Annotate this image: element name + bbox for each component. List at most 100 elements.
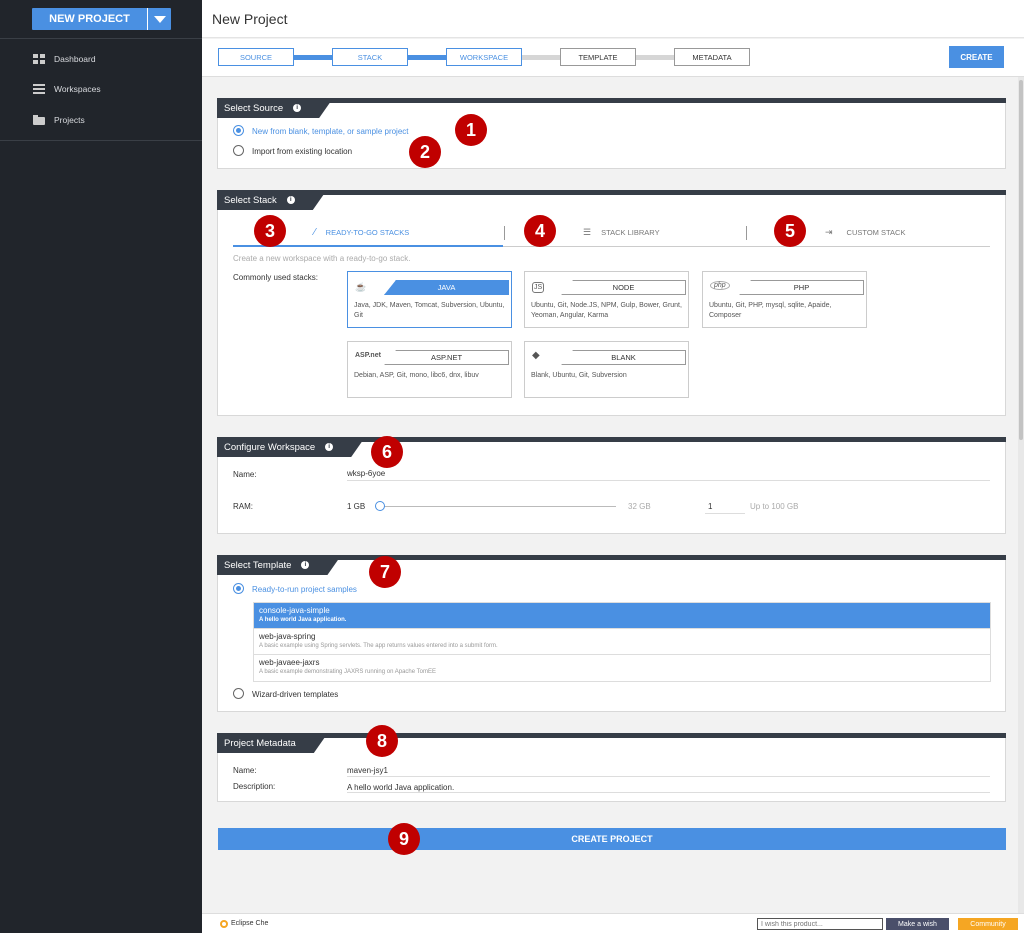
new-project-dropdown[interactable] bbox=[147, 8, 171, 30]
import-icon: ⇥ bbox=[825, 227, 833, 237]
step-connector bbox=[522, 55, 560, 60]
project-description-input[interactable]: A hello world Java application. bbox=[347, 783, 454, 792]
create-project-button[interactable]: CREATE PROJECT bbox=[218, 828, 1006, 850]
input-underline bbox=[705, 513, 745, 514]
scrollbar-thumb[interactable] bbox=[1019, 80, 1023, 440]
step-template[interactable]: TEMPLATE bbox=[560, 48, 636, 66]
info-icon[interactable]: i bbox=[301, 561, 309, 569]
step-stack[interactable]: STACK bbox=[332, 48, 408, 66]
panel-title: Select Stack i bbox=[217, 190, 327, 210]
ram-max-label: 32 GB bbox=[628, 502, 651, 511]
community-link[interactable]: Community bbox=[958, 918, 1018, 930]
radio-wizard-label[interactable]: Wizard-driven templates bbox=[252, 690, 338, 699]
sidebar-divider bbox=[0, 140, 202, 141]
sidebar-item-label: Dashboard bbox=[54, 54, 96, 64]
ram-input[interactable]: 1 bbox=[708, 502, 712, 511]
sidebar: NEW PROJECT Dashboard Workspaces Project… bbox=[0, 0, 202, 933]
tab-stack-library[interactable]: ☰ STACK LIBRARY bbox=[583, 227, 660, 238]
project-name-input[interactable]: maven-jsy1 bbox=[347, 766, 388, 775]
input-underline bbox=[347, 792, 990, 793]
make-a-wish-button[interactable]: Make a wish bbox=[886, 918, 949, 930]
step-metadata[interactable]: METADATA bbox=[674, 48, 750, 66]
radio-import-source-label[interactable]: Import from existing location bbox=[252, 147, 352, 156]
new-project-label[interactable]: NEW PROJECT bbox=[32, 8, 147, 30]
template-item[interactable]: web-javaee-jaxrs A basic example demonst… bbox=[254, 655, 990, 681]
wizard-steps: SOURCE STACK WORKSPACE TEMPLATE METADATA… bbox=[202, 39, 1024, 77]
sidebar-item-workspaces[interactable]: Workspaces bbox=[33, 82, 101, 96]
stack-card-blank[interactable]: ◆ BLANK Blank, Ubuntu, Git, Subversion bbox=[524, 341, 689, 398]
stack-card-name: ASP.NET bbox=[384, 350, 509, 365]
template-desc: A basic example using Spring servlets. T… bbox=[259, 643, 498, 649]
tab-custom-stack[interactable]: ⇥ CUSTOM STACK bbox=[825, 227, 905, 238]
select-template-panel: Select Template i Ready-to-run project sa… bbox=[217, 555, 1006, 712]
radio-new-source-label[interactable]: New from blank, template, or sample proj… bbox=[252, 127, 409, 136]
ram-slider-handle[interactable] bbox=[375, 501, 385, 511]
tab-label: READY-TO-GO STACKS bbox=[325, 228, 410, 237]
ram-limit-label: Up to 100 GB bbox=[750, 502, 799, 511]
workspace-name-input[interactable]: wksp-6yoe bbox=[347, 469, 385, 478]
radio-ready-to-run[interactable] bbox=[233, 583, 244, 594]
panel-top-bar bbox=[217, 98, 1006, 103]
java-icon: ☕ bbox=[355, 282, 367, 292]
input-underline bbox=[347, 480, 990, 481]
sidebar-item-dashboard[interactable]: Dashboard bbox=[33, 52, 96, 66]
template-item[interactable]: console-java-simple A hello world Java a… bbox=[254, 603, 990, 629]
tab-ready-to-go[interactable]: ⁄ READY-TO-GO STACKS bbox=[314, 227, 409, 238]
step-connector bbox=[636, 55, 674, 60]
panel-top-bar bbox=[217, 733, 1006, 738]
footer: Eclipse Che Make a wish Community bbox=[202, 913, 1024, 933]
project-name-label: Name: bbox=[233, 766, 257, 775]
stack-card-desc: Ubuntu, Git, Node.JS, NPM, Gulp, Bower, … bbox=[531, 302, 682, 319]
ram-slider-track[interactable] bbox=[380, 506, 616, 507]
ram-min-label: 1 GB bbox=[347, 502, 366, 511]
panel-title: Select Template i bbox=[217, 555, 341, 575]
folder-icon bbox=[33, 115, 45, 125]
stack-hint: Create a new workspace with a ready-to-g… bbox=[233, 254, 411, 263]
aspnet-icon: ASP.net bbox=[355, 352, 381, 359]
template-name: web-javaee-jaxrs bbox=[259, 658, 320, 667]
tab-label: CUSTOM STACK bbox=[846, 228, 906, 237]
stack-card-name: BLANK bbox=[561, 350, 686, 365]
stack-card-name: NODE bbox=[561, 280, 686, 295]
dashboard-icon bbox=[33, 54, 45, 64]
sidebar-item-projects[interactable]: Projects bbox=[33, 113, 85, 127]
info-icon[interactable]: i bbox=[287, 196, 295, 204]
panel-title: Select Source i bbox=[217, 98, 333, 118]
tab-separator bbox=[746, 226, 747, 240]
annotation-badge: 9 bbox=[388, 823, 420, 855]
step-source[interactable]: SOURCE bbox=[218, 48, 294, 66]
template-desc: A hello world Java application. bbox=[259, 617, 347, 623]
page-header: New Project bbox=[202, 0, 1024, 38]
panel-title: Configure Workspace i bbox=[217, 437, 365, 457]
select-source-panel: Select Source i New from blank, template,… bbox=[217, 98, 1006, 169]
stack-card-desc: Debian, ASP, Git, mono, libc6, dnx, libu… bbox=[354, 372, 479, 379]
input-underline bbox=[347, 776, 990, 777]
stack-card-name: PHP bbox=[739, 280, 864, 295]
annotation-badge: 6 bbox=[371, 436, 403, 468]
annotation-badge: 2 bbox=[409, 136, 441, 168]
stack-card-aspnet[interactable]: ASP.net ASP.NET Debian, ASP, Git, mono, … bbox=[347, 341, 512, 398]
stack-card-php[interactable]: php PHP Ubuntu, Git, PHP, mysql, sqlite,… bbox=[702, 271, 867, 328]
create-button[interactable]: CREATE bbox=[949, 46, 1004, 68]
template-item[interactable]: web-java-spring A basic example using Sp… bbox=[254, 629, 990, 655]
info-icon[interactable]: i bbox=[325, 443, 333, 451]
stack-card-node[interactable]: JS NODE Ubuntu, Git, Node.JS, NPM, Gulp,… bbox=[524, 271, 689, 328]
radio-import-source[interactable] bbox=[233, 145, 244, 156]
panel-title-text: Configure Workspace bbox=[224, 441, 316, 453]
step-workspace[interactable]: WORKSPACE bbox=[446, 48, 522, 66]
radio-wizard[interactable] bbox=[233, 688, 244, 699]
stack-card-java[interactable]: ☕ JAVA Java, JDK, Maven, Tomcat, Subvers… bbox=[347, 271, 512, 328]
step-connector bbox=[294, 55, 332, 60]
page-title: New Project bbox=[212, 11, 288, 27]
info-icon[interactable]: i bbox=[293, 104, 301, 112]
wish-input[interactable] bbox=[757, 918, 883, 930]
radio-ready-to-run-label[interactable]: Ready-to-run project samples bbox=[252, 585, 357, 594]
php-icon: php bbox=[710, 281, 730, 290]
project-description-label: Description: bbox=[233, 782, 276, 791]
radio-new-source[interactable] bbox=[233, 125, 244, 136]
new-project-button[interactable]: NEW PROJECT bbox=[32, 8, 171, 30]
cube-icon: ◆ bbox=[532, 350, 540, 361]
stack-card-desc: Ubuntu, Git, PHP, mysql, sqlite, Apaide,… bbox=[709, 302, 832, 319]
sidebar-divider bbox=[0, 38, 202, 39]
stack-card-name: JAVA bbox=[384, 280, 509, 295]
